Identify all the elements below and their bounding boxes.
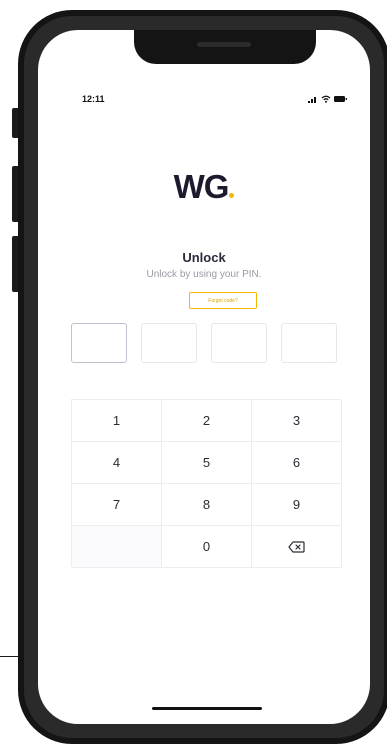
speaker-grille: [197, 42, 251, 47]
phone-frame: 12:11 WG Unlock Unlock by using your PIN…: [18, 10, 387, 744]
phone-bezel: 12:11 WG Unlock Unlock by using your PIN…: [24, 16, 384, 738]
key-2[interactable]: 2: [162, 400, 252, 442]
key-1[interactable]: 1: [72, 400, 162, 442]
status-icons: [308, 94, 348, 104]
battery-icon: [334, 96, 347, 102]
backspace-icon: [288, 540, 305, 553]
phone-screen: 12:11 WG Unlock Unlock by using your PIN…: [38, 30, 370, 724]
key-9[interactable]: 9: [252, 484, 342, 526]
unlock-title: Unlock: [182, 250, 226, 265]
key-8[interactable]: 8: [162, 484, 252, 526]
key-empty: [72, 526, 162, 568]
key-6[interactable]: 6: [252, 442, 342, 484]
status-time: 12:11: [82, 94, 105, 104]
key-4[interactable]: 4: [72, 442, 162, 484]
key-3[interactable]: 3: [252, 400, 342, 442]
key-5[interactable]: 5: [162, 442, 252, 484]
key-7[interactable]: 7: [72, 484, 162, 526]
pin-digit-2[interactable]: [141, 323, 197, 363]
background-divider: [0, 656, 18, 657]
unlock-subtitle: Unlock by using your PIN.: [146, 269, 262, 280]
signal-icon: [308, 97, 316, 103]
mockup-stage: 12:11 WG Unlock Unlock by using your PIN…: [0, 0, 387, 744]
wifi-icon: [321, 95, 331, 103]
logo-accent-dot: [229, 193, 235, 198]
backspace-key[interactable]: [252, 526, 342, 568]
pin-digit-3[interactable]: [211, 323, 267, 363]
pin-digit-1[interactable]: [71, 323, 127, 363]
numeric-keypad: 1 2 3 4 5 6 7 8 9 0: [71, 399, 342, 568]
pin-digit-4[interactable]: [281, 323, 337, 363]
brand-logo: WG: [38, 168, 370, 206]
notch: [134, 30, 316, 64]
forgot-code-button[interactable]: Forgot code?: [189, 292, 257, 309]
logo-text: WG: [173, 168, 230, 205]
home-indicator[interactable]: [152, 707, 262, 710]
key-0[interactable]: 0: [162, 526, 252, 568]
